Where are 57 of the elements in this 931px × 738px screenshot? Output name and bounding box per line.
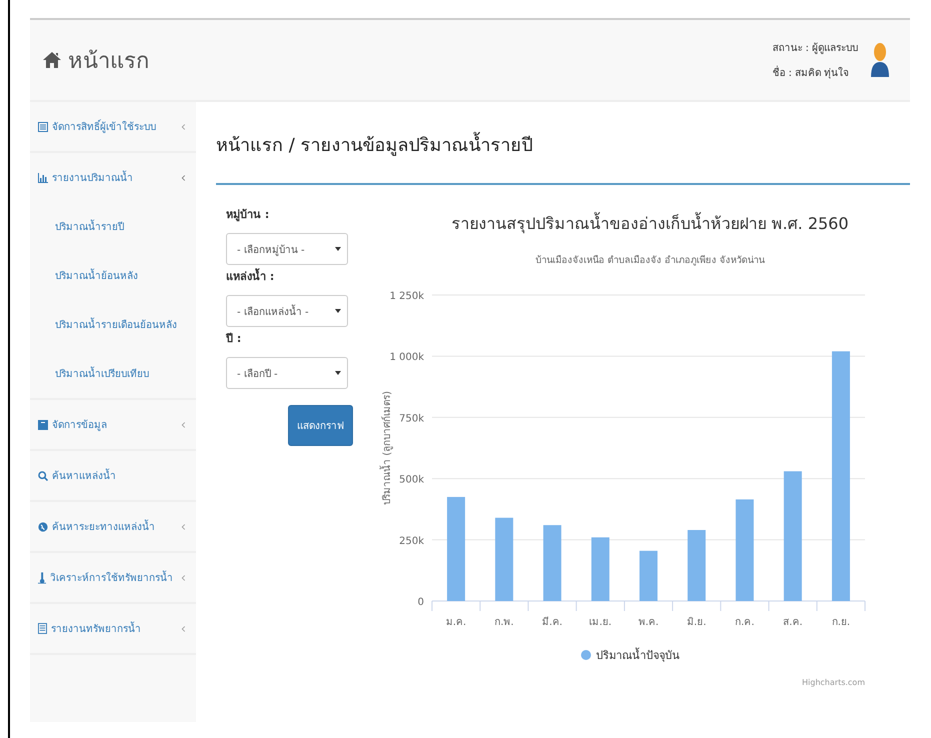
dropdown-arrow-icon bbox=[335, 308, 341, 314]
field-label: แหล่งน้ำ : bbox=[226, 267, 274, 285]
bar bbox=[591, 537, 610, 601]
chart-credits[interactable]: Highcharts.com bbox=[802, 678, 865, 687]
x-tick-label: พ.ค. bbox=[638, 617, 659, 628]
select-field[interactable]: - เลือกหมู่บ้าน - bbox=[226, 233, 348, 265]
bar bbox=[640, 550, 658, 601]
x-tick-label: มี.ค. bbox=[542, 617, 562, 628]
thermometer-icon bbox=[38, 572, 46, 584]
field-label: ปี : bbox=[226, 331, 242, 347]
y-tick-label: 500k bbox=[399, 474, 424, 486]
document-icon bbox=[38, 623, 47, 634]
user-role: สถานะ : ผู้ดูแลระบบ bbox=[772, 42, 858, 55]
bar bbox=[688, 530, 706, 601]
y-tick-label: 1 000k bbox=[390, 352, 424, 364]
sidebar-item[interactable]: จัดการข้อมูล bbox=[30, 400, 196, 451]
sidebar-item[interactable]: รายงานทรัพยากรน้ำ bbox=[30, 604, 196, 655]
sidebar-subitem[interactable]: ปริมาณน้ำเปรียบเทียบ bbox=[30, 349, 196, 400]
x-tick-label: ก.ค. bbox=[735, 617, 754, 628]
bar-chart-icon bbox=[38, 172, 48, 182]
show-chart-button[interactable]: แสดงกราฟ bbox=[288, 405, 353, 446]
select-field[interactable]: - เลือกแหล่งน้ำ - bbox=[226, 295, 348, 327]
chart-subtitle: บ้านเมืองจังเหนือ ตำบลเมืองจัง อำเภอภูเพียง จังหวัดน่าน bbox=[535, 255, 765, 266]
chart-title: รายงานสรุปปริมาณน้ำของอ่างเก็บน้ำห้วยฝาย พ.ศ. 2560 bbox=[451, 214, 849, 233]
globe-icon bbox=[38, 522, 48, 532]
user-avatar-icon bbox=[870, 42, 890, 78]
x-tick-label: ม.ค. bbox=[446, 617, 466, 628]
y-tick-label: 750k bbox=[399, 413, 424, 424]
y-axis-title: ปริมาณน้ำ (ลูกบาศก์เมตร) bbox=[382, 391, 393, 505]
sidebar-item[interactable]: วิเคราะห์การใช้ทรัพยากรน้ำ bbox=[30, 553, 196, 604]
legend-label[interactable]: ปริมาณน้ำปัจจุบัน bbox=[596, 649, 680, 662]
list-icon bbox=[38, 122, 48, 132]
page-title: หน้าแรก bbox=[68, 48, 149, 76]
home-icon bbox=[42, 51, 62, 69]
sidebar-item[interactable]: จัดการสิทธิ์ผู้เข้าใช้ระบบ bbox=[30, 102, 196, 153]
x-tick-label: เม.ย. bbox=[589, 617, 612, 628]
sidebar-item[interactable]: ค้นหาแหล่งน้ำ bbox=[30, 451, 196, 502]
x-tick-label: ก.พ. bbox=[494, 617, 514, 628]
sidebar-item[interactable]: ค้นหาระยะทางแหล่งน้ำ bbox=[30, 502, 196, 553]
sidebar-subitem[interactable]: ปริมาณน้ำย้อนหลัง bbox=[30, 251, 196, 300]
y-tick-label: 250k bbox=[399, 536, 424, 547]
y-tick-label: 1 250k bbox=[390, 291, 424, 302]
user-name: ชื่อ : สมคิด ทุ่นใจ bbox=[772, 65, 858, 80]
x-tick-label: ก.ย. bbox=[832, 617, 850, 628]
field-label: หมู่บ้าน : bbox=[226, 207, 270, 223]
sidebar-item[interactable]: รายงานปริมาณน้ำ bbox=[30, 153, 196, 202]
dropdown-arrow-icon bbox=[335, 246, 341, 252]
dropdown-arrow-icon bbox=[335, 370, 341, 376]
search-icon bbox=[38, 470, 48, 480]
sidebar-subitem[interactable]: ปริมาณน้ำรายปี bbox=[30, 202, 196, 251]
x-tick-label: มิ.ย. bbox=[686, 617, 706, 628]
breadcrumb: หน้าแรก / รายงานข้อมูลปริมาณน้ำรายปี bbox=[216, 130, 910, 185]
y-tick-label: 0 bbox=[418, 597, 424, 608]
sidebar-subitem[interactable]: ปริมาณน้ำรายเดือนย้อนหลัง bbox=[30, 300, 196, 349]
x-tick-label: ส.ค. bbox=[783, 617, 803, 628]
select-field[interactable]: - เลือกปี - bbox=[226, 357, 348, 389]
archive-icon bbox=[38, 420, 48, 430]
